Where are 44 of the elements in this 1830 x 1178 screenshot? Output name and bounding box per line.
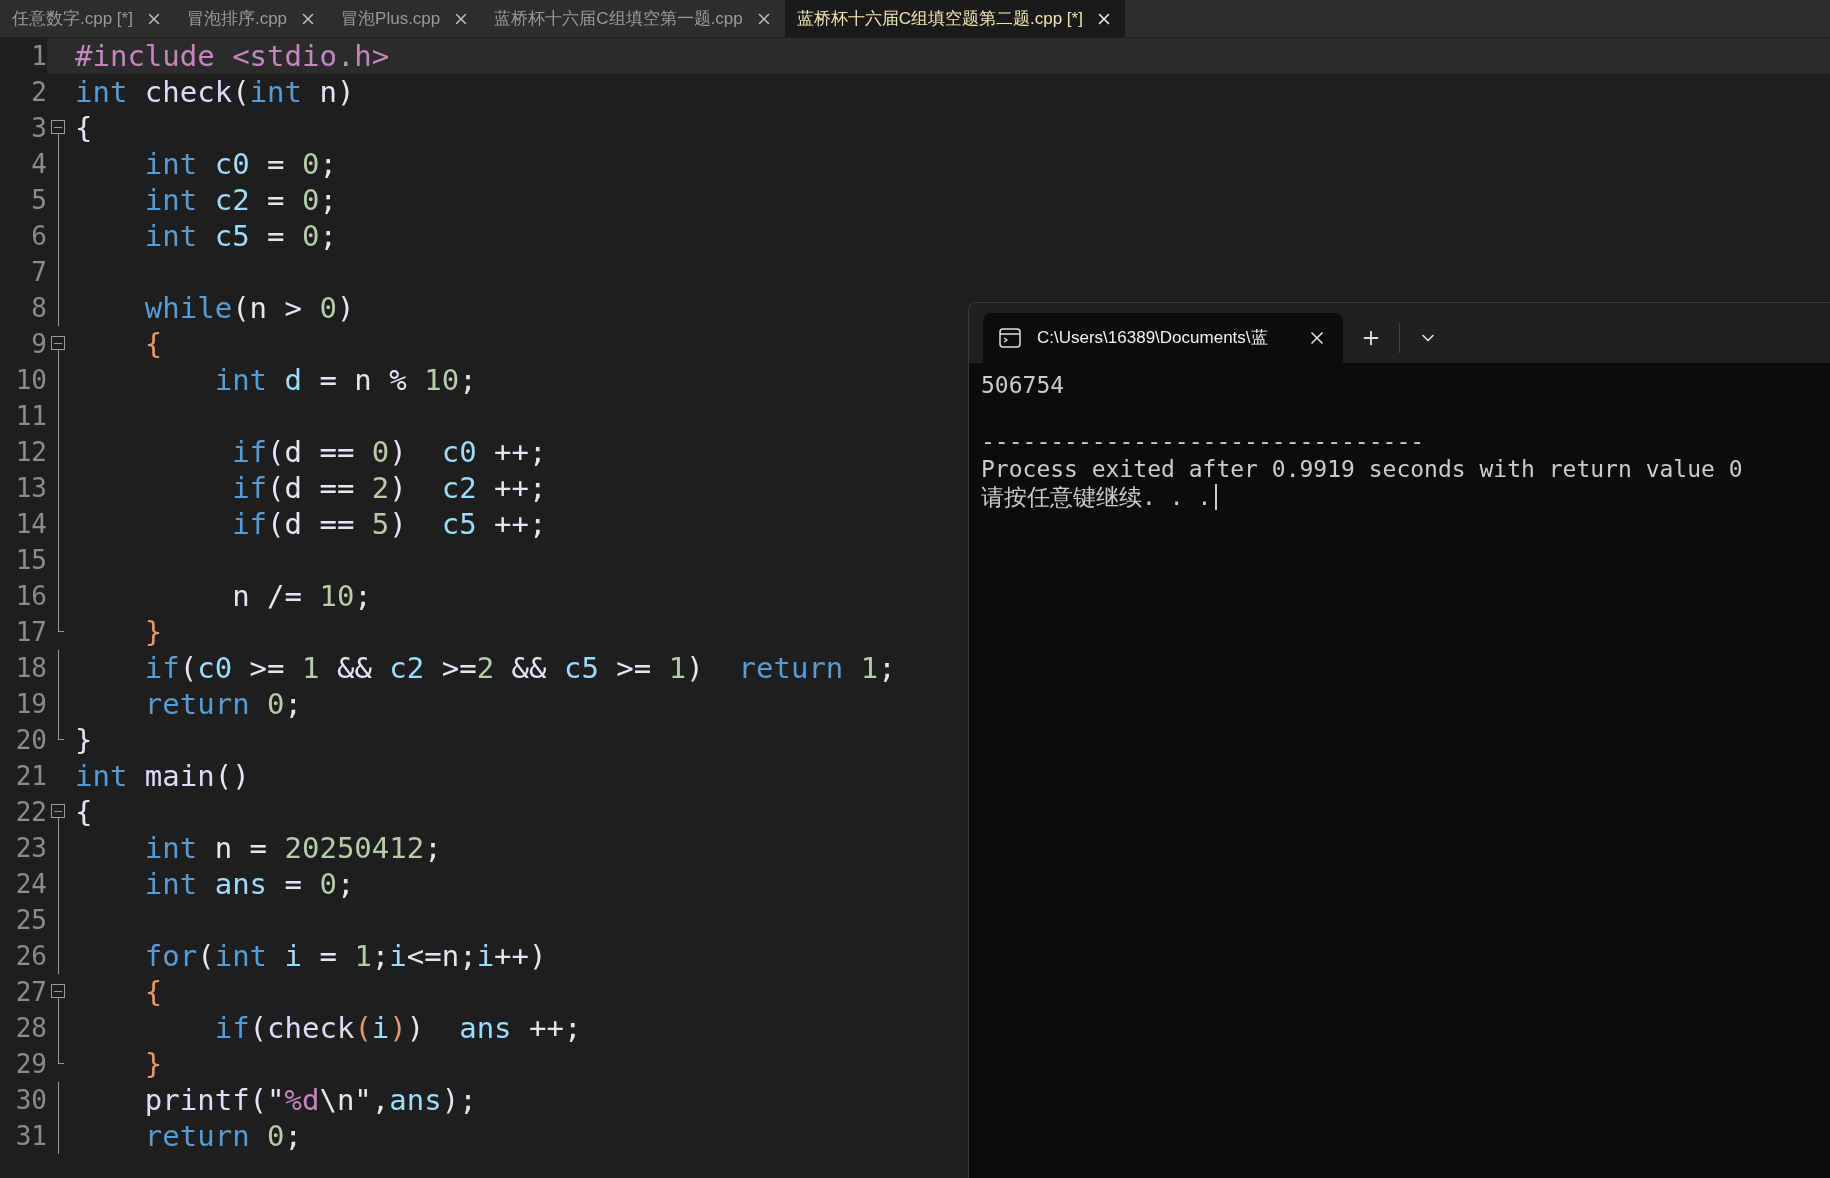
code-line: int d = n % 10;: [213, 362, 477, 398]
code-line: int c0 = 0;: [143, 146, 337, 182]
line-number: 1: [0, 36, 47, 76]
terminal-tab[interactable]: C:\Users\16389\Documents\蓝: [983, 313, 1343, 363]
editor-tab[interactable]: 蓝桥杯十六届C组填空题第二题.cpp [*]: [784, 0, 1125, 37]
editor-tab[interactable]: 蓝桥杯十六届C组填空第一题.cpp: [482, 0, 785, 37]
collapse-icon[interactable]: [51, 984, 65, 998]
code-line: int ans = 0;: [143, 866, 355, 902]
code-line: int check(int n): [75, 74, 355, 110]
terminal-output: 请按任意键继续. . .: [981, 483, 1212, 511]
code-line: return 0;: [143, 686, 302, 722]
code-line: {: [75, 794, 93, 830]
code-line: return 0;: [143, 1118, 302, 1154]
terminal-output: 506754: [981, 371, 1065, 399]
text-cursor: [1215, 484, 1218, 510]
code-line: {: [143, 974, 163, 1010]
code-line: {: [143, 326, 163, 362]
separator-line-text: --------------------------------: [981, 427, 1425, 455]
code-line: int main(): [75, 758, 250, 794]
code-line: if(d == 5) c5 ++;: [231, 506, 547, 542]
editor-tab[interactable]: 冒泡Plus.cpp: [329, 0, 483, 37]
code-line: #include <stdio.h>: [75, 38, 390, 74]
terminal-icon: [999, 328, 1021, 348]
collapse-icon[interactable]: [51, 804, 65, 818]
code-line: int n = 20250412;: [143, 830, 442, 866]
code-line: }: [75, 722, 93, 758]
code-line: n /= 10;: [231, 578, 372, 614]
terminal-output: Process exited after 0.9919 seconds with return value 0: [981, 455, 1743, 483]
code-line: }: [143, 614, 163, 650]
code-line: while(n > 0): [143, 290, 355, 326]
code-line: printf("%d\n",ans);: [143, 1082, 477, 1118]
code-line: if(c0 >= 1 && c2 >=2 && c5 >= 1) return 1;: [143, 650, 896, 686]
code-line: {: [75, 110, 93, 146]
collapse-icon[interactable]: [51, 336, 65, 350]
code-line: for(int i = 1;i<=n;i++): [143, 938, 547, 974]
code-line: if(d == 2) c2 ++;: [231, 470, 547, 506]
editor-tab[interactable]: 任意数字.cpp [*]: [0, 0, 175, 37]
editor-tab[interactable]: 冒泡排序.cpp: [174, 0, 330, 37]
code-line: if(d == 0) c0 ++;: [231, 434, 547, 470]
code-line: }: [143, 1046, 163, 1082]
code-line: int c2 = 0;: [143, 182, 337, 218]
code-line: int c5 = 0;: [143, 218, 337, 254]
code-line: if(check(i)) ans ++;: [213, 1010, 582, 1046]
collapse-icon[interactable]: [51, 120, 65, 134]
